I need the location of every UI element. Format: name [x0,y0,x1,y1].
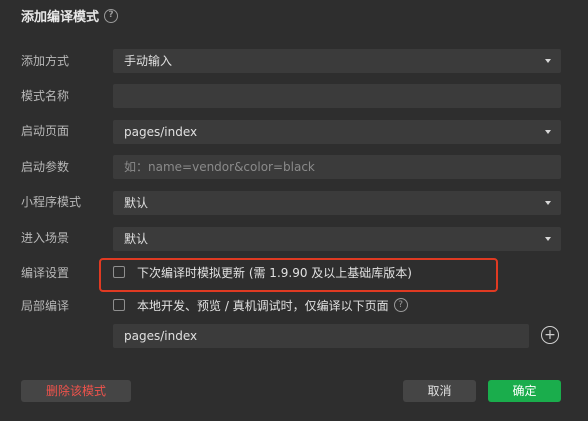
chevron-down-icon [545,201,551,205]
mini-program-mode-label: 小程序模式 [21,195,82,209]
mode-name-input[interactable] [113,84,561,108]
start-params-placeholder: 如：name=vendor&color=black [124,160,315,174]
chevron-down-icon [545,59,551,63]
dialog-title: 添加编译模式 ? [21,6,119,25]
start-params-label: 启动参数 [21,160,70,174]
partial-compile-label: 局部编译 [21,299,70,313]
mini-program-mode-select[interactable]: 默认 [113,191,561,215]
confirm-button[interactable]: 确定 [488,380,561,402]
start-page-value: pages/index [124,125,198,139]
compile-settings-label: 编译设置 [21,266,70,280]
start-params-input[interactable]: 如：name=vendor&color=black [113,155,561,179]
enter-scene-select[interactable]: 默认 [113,227,561,251]
enter-scene-value: 默认 [124,232,149,246]
partial-compile-checkbox[interactable] [113,299,125,311]
mini-program-mode-value: 默认 [124,196,149,210]
highlight-box [99,258,498,292]
mode-name-label: 模式名称 [21,89,70,103]
enter-scene-label: 进入场景 [21,231,70,245]
help-icon[interactable]: ? [104,8,119,23]
dialog-title-text: 添加编译模式 [21,10,100,25]
delete-mode-button[interactable]: 删除该模式 [21,380,131,402]
add-page-icon[interactable]: + [541,326,559,344]
partial-compile-checkbox-label: 本地开发、预览 / 真机调试时，仅编译以下页面 [137,298,389,313]
partial-compile-option[interactable]: 本地开发、预览 / 真机调试时，仅编译以下页面 ? [113,295,408,315]
add-method-value: 手动输入 [124,54,173,68]
add-method-select[interactable]: 手动输入 [113,49,561,73]
start-page-select[interactable]: pages/index [113,120,561,144]
cancel-button[interactable]: 取消 [403,380,476,402]
start-page-label: 启动页面 [21,124,70,138]
help-icon[interactable]: ? [393,298,408,312]
partial-compile-page-input[interactable]: pages/index [113,324,529,348]
add-method-label: 添加方式 [21,54,70,68]
chevron-down-icon [545,130,551,134]
chevron-down-icon [545,237,551,241]
